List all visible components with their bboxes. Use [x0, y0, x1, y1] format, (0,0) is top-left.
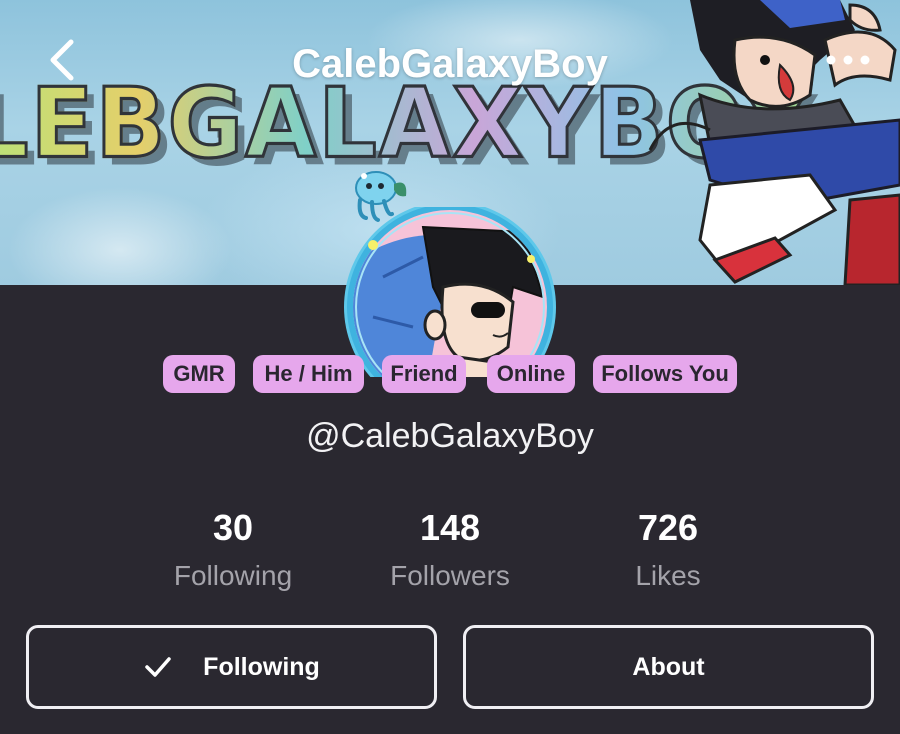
tag-friend: Friend [382, 355, 466, 393]
stat-followers-value: 148 [419, 507, 481, 548]
stat-likes-value: 726 [637, 507, 699, 548]
more-options-button[interactable] [818, 40, 878, 80]
profile-avatar[interactable] [343, 207, 557, 377]
username-handle: @CalebGalaxyBoy [306, 417, 594, 455]
stat-following-label: Following [173, 560, 293, 591]
stat-followers-label: Followers [390, 560, 510, 591]
following-button[interactable]: Following [26, 625, 437, 709]
chevron-left-icon [50, 39, 74, 81]
stat-likes[interactable]: 726 Likes [568, 506, 768, 596]
stat-likes-label: Likes [635, 560, 701, 591]
stat-following[interactable]: 30 Following [133, 506, 333, 596]
tag-pronouns: He / Him [253, 355, 364, 393]
profile-tags: GMR He / Him Friend Online Follows You [0, 355, 900, 395]
tag-gmr: GMR [163, 355, 235, 393]
tag-follows-you: Follows You [593, 355, 737, 393]
checkmark-icon [143, 652, 173, 682]
octopus-decoration-icon [355, 171, 407, 222]
tag-online: Online [487, 355, 575, 393]
more-horizontal-icon [826, 55, 870, 65]
back-button[interactable] [40, 38, 84, 82]
profile-screen: LEBGALAXYBOY LEBGALAXYBOY [0, 0, 900, 734]
stat-followers[interactable]: 148 Followers [350, 506, 550, 596]
stat-following-value: 30 [212, 507, 254, 548]
page-title: CalebGalaxyBoy [292, 42, 608, 86]
following-button-label: Following [203, 652, 320, 681]
about-button[interactable]: About [463, 625, 874, 709]
about-button-label: About [632, 652, 705, 681]
